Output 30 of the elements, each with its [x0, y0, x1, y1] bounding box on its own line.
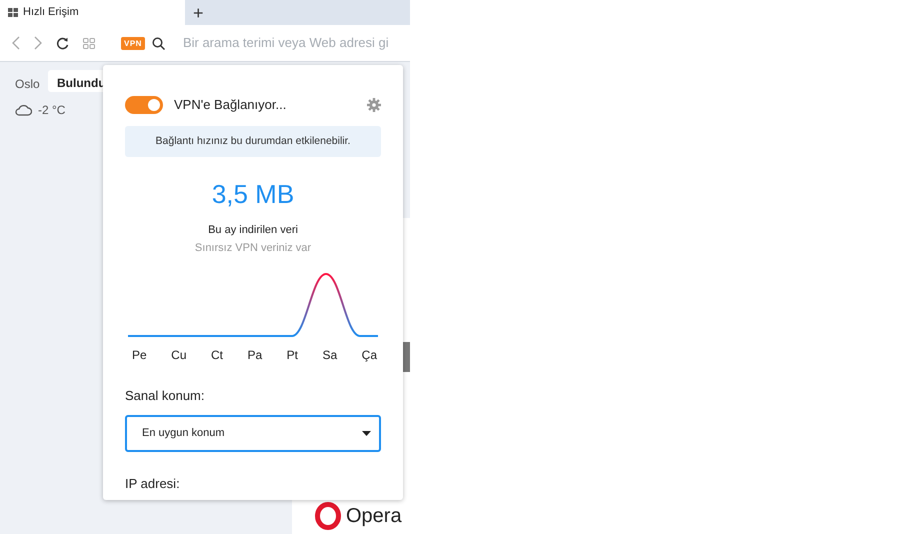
notice-banner: Bağlantı hızınız bu durumdan etkilenebilir. [125, 126, 381, 158]
reload-icon[interactable] [56, 36, 69, 50]
settings-icon[interactable] [367, 98, 381, 112]
day-label: Cu [171, 347, 187, 364]
day-label: Ça [362, 347, 377, 364]
day-label: Sa [322, 347, 338, 364]
data-amount: 3,5 MB [210, 178, 296, 212]
temperature: -2 °C [38, 102, 66, 119]
back-icon[interactable] [12, 36, 20, 50]
opera-logo-icon [315, 502, 341, 530]
vpn-toggle[interactable] [125, 96, 163, 114]
data-label: Bu ay indirilen veri [207, 223, 299, 238]
data-note: Sınırsız VPN veriniz var [194, 240, 312, 256]
ip-label: IP adresi: [125, 474, 181, 493]
new-tab-button[interactable]: + [185, 0, 212, 25]
day-label: Pa [247, 347, 262, 364]
tiles-icon[interactable] [83, 38, 95, 48]
cloud-icon [15, 104, 32, 116]
caret-icon [362, 430, 371, 436]
location-label: Sanal konum: [125, 387, 206, 406]
forward-icon[interactable] [34, 36, 42, 50]
search-icon[interactable] [152, 36, 165, 50]
day-label: Pe [132, 347, 147, 364]
location-dropdown[interactable]: En uygun konum [125, 414, 381, 452]
vpn-status: VPN'e Bağlanıyor... [174, 96, 288, 114]
logo-text: Opera [346, 506, 402, 526]
day-label: Pt [286, 347, 298, 364]
grid-icon [8, 8, 18, 17]
day-label: Ct [211, 347, 223, 364]
tab[interactable]: Hızlı Erişim [0, 0, 185, 25]
